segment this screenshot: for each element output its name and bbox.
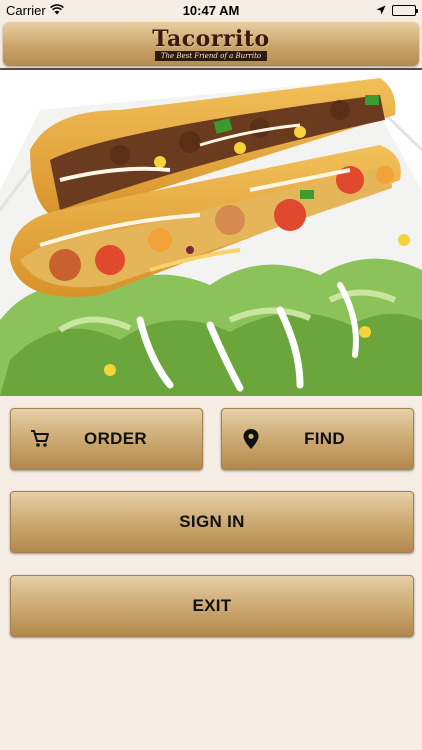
order-label: ORDER — [84, 429, 147, 448]
tacos-salad-photo — [0, 70, 422, 396]
logo-tagline: The Best Friend of a Burrito — [154, 50, 268, 61]
find-button[interactable]: FIND — [221, 408, 414, 470]
tacorrito-logo: Tacorrito The Best Friend of a Burrito — [152, 28, 269, 61]
location-pin-icon — [240, 428, 262, 450]
exit-button[interactable]: EXIT — [10, 575, 414, 637]
header-bar: Tacorrito The Best Friend of a Burrito — [3, 22, 419, 66]
cart-icon — [29, 428, 51, 450]
sign-in-button[interactable]: SIGN IN — [10, 491, 414, 553]
status-time: 10:47 AM — [182, 3, 240, 18]
sign-in-label: SIGN IN — [179, 512, 245, 531]
logo-wordmark: Tacorrito — [152, 25, 270, 52]
hero-food-image — [0, 70, 422, 396]
find-label: FIND — [304, 429, 345, 448]
order-button[interactable]: ORDER — [10, 408, 203, 470]
exit-label: EXIT — [192, 596, 232, 615]
